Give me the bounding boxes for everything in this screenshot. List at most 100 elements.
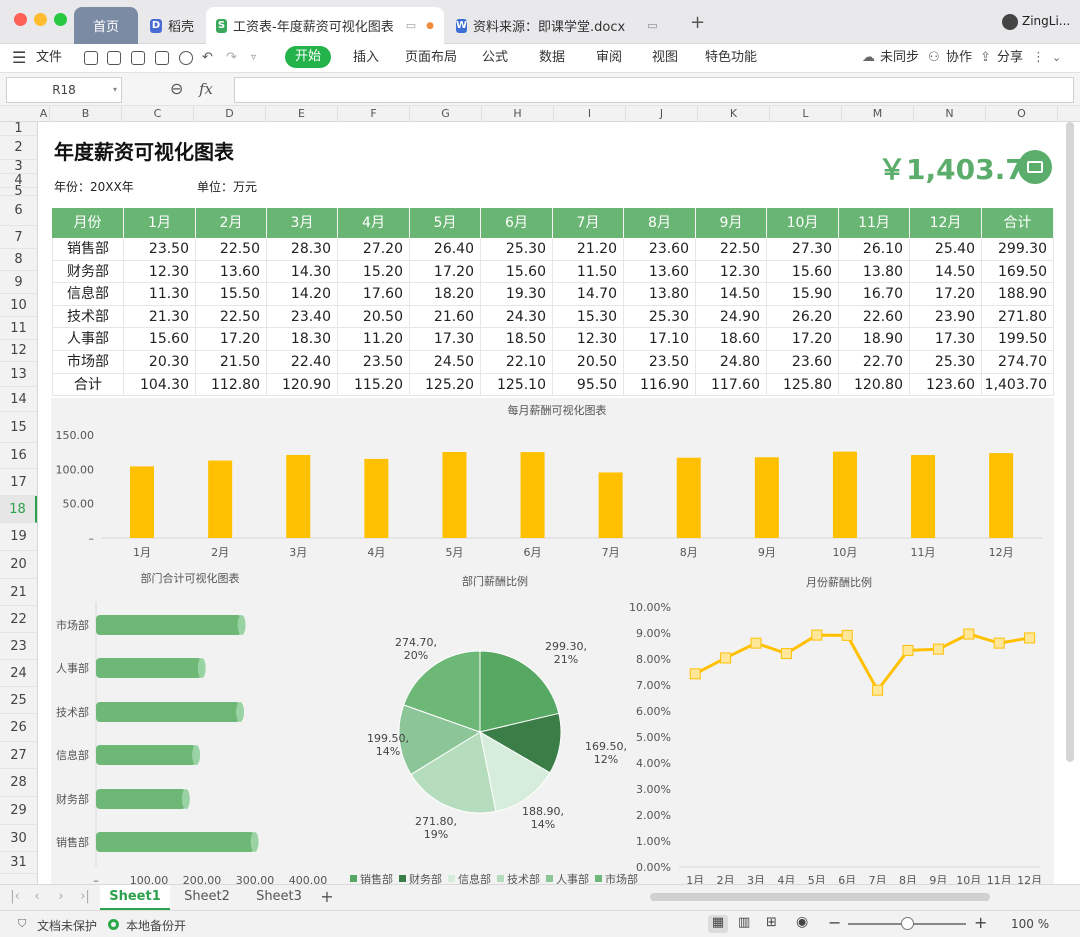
user-name[interactable]: ZingLi... <box>1022 14 1070 28</box>
column-header-h[interactable]: H <box>482 106 554 122</box>
row-header-11[interactable]: 11 <box>0 317 37 340</box>
column-header-i[interactable]: I <box>554 106 626 122</box>
tab-data[interactable]: 数据 <box>539 44 565 72</box>
column-header-c[interactable]: C <box>122 106 194 122</box>
row-header-23[interactable]: 23 <box>0 633 37 660</box>
row-header-21[interactable]: 21 <box>0 579 37 606</box>
row-header-1[interactable]: 1 <box>0 122 37 136</box>
column-header-j[interactable]: J <box>626 106 698 122</box>
row-header-19[interactable]: 19 <box>0 523 37 551</box>
tab-insert[interactable]: 插入 <box>353 44 379 72</box>
split-view-icon[interactable]: ⊞ <box>766 915 777 930</box>
tab-docer[interactable]: D 稻壳 <box>140 7 204 44</box>
column-header-k[interactable]: K <box>698 106 770 122</box>
tab-view[interactable]: 视图 <box>652 44 678 72</box>
more-quick-icon[interactable]: ▿ <box>251 44 256 72</box>
vertical-scrollbar[interactable] <box>1066 122 1074 762</box>
row-header-5[interactable]: 5 <box>0 185 37 198</box>
row-header-10[interactable]: 10 <box>0 294 37 317</box>
row-header-2[interactable]: 2 <box>0 136 37 160</box>
page-view-icon[interactable]: ▥ <box>738 915 750 930</box>
row-header-27[interactable]: 27 <box>0 742 37 769</box>
new-tab-icon[interactable]: + <box>690 12 705 33</box>
row-header-20[interactable]: 20 <box>0 551 37 579</box>
column-header-e[interactable]: E <box>266 106 338 122</box>
row-header-6[interactable]: 6 <box>0 196 37 226</box>
zoom-in-icon[interactable]: + <box>974 913 987 932</box>
row-header-30[interactable]: 30 <box>0 825 37 852</box>
column-header-m[interactable]: M <box>842 106 914 122</box>
name-box[interactable]: R18 ▾ <box>6 77 122 103</box>
row-header-16[interactable]: 16 <box>0 443 37 469</box>
row-header-18[interactable]: 18 <box>0 496 37 523</box>
minimize-window-button[interactable] <box>34 13 47 26</box>
backup-status[interactable]: 本地备份开 <box>126 917 186 934</box>
protect-status[interactable]: 文档未保护 <box>37 917 97 934</box>
redo-icon[interactable]: ↷ <box>226 44 237 72</box>
sync-status[interactable]: 未同步 <box>880 44 919 72</box>
open-folder-icon[interactable] <box>84 51 98 65</box>
zoom-slider-thumb[interactable] <box>901 917 914 930</box>
share-button[interactable]: 分享 <box>997 44 1023 72</box>
file-menu[interactable]: 文件 <box>36 44 62 72</box>
last-sheet-icon[interactable]: ›| <box>78 885 92 910</box>
menu-icon[interactable]: ☰ <box>12 44 26 72</box>
print-preview-icon[interactable] <box>179 51 193 65</box>
row-header-13[interactable]: 13 <box>0 362 37 387</box>
first-sheet-icon[interactable]: |‹ <box>8 885 22 910</box>
row-header-17[interactable]: 17 <box>0 469 37 496</box>
tab-review[interactable]: 审阅 <box>596 44 622 72</box>
normal-view-icon[interactable]: ▦ <box>708 915 728 933</box>
monitor-icon[interactable]: ▭ <box>647 19 657 32</box>
avatar[interactable] <box>1002 14 1018 30</box>
column-header-b[interactable]: B <box>50 106 122 122</box>
tab-page-layout[interactable]: 页面布局 <box>405 44 457 72</box>
next-sheet-icon[interactable]: › <box>54 885 68 910</box>
row-header-15[interactable]: 15 <box>0 412 37 443</box>
tab-formula[interactable]: 公式 <box>482 44 508 72</box>
column-header-g[interactable]: G <box>410 106 482 122</box>
add-sheet-icon[interactable]: + <box>316 885 338 910</box>
formula-input[interactable] <box>234 77 1074 103</box>
sheet-tab-3[interactable]: Sheet3 <box>244 885 314 910</box>
prev-sheet-icon[interactable]: ‹ <box>30 885 44 910</box>
fx-icon[interactable]: fx <box>199 80 213 98</box>
tab-start[interactable]: 开始 <box>285 46 331 68</box>
export-pdf-icon[interactable] <box>131 51 145 65</box>
sheet-canvas[interactable]: 年度薪资可视化图表 年份：20XX年 单位：万元 ￥1,403.70 月份 1月 2… <box>38 122 1080 884</box>
column-header-l[interactable]: L <box>770 106 842 122</box>
save-icon[interactable] <box>107 51 121 65</box>
horizontal-scrollbar[interactable] <box>650 893 990 901</box>
sheet-tab-2[interactable]: Sheet2 <box>172 885 242 910</box>
tab-source-doc[interactable]: W 资料来源：即课学堂.docx ▭ <box>446 7 666 44</box>
row-header-3[interactable]: 3 <box>0 160 37 174</box>
collab-button[interactable]: 协作 <box>946 44 972 72</box>
row-header-24[interactable]: 24 <box>0 660 37 687</box>
monitor-icon[interactable]: ▭ <box>406 19 416 32</box>
column-header-n[interactable]: N <box>914 106 986 122</box>
row-header-25[interactable]: 25 <box>0 687 37 714</box>
sheet-tab-1[interactable]: Sheet1 <box>100 885 170 910</box>
row-header-28[interactable]: 28 <box>0 769 37 797</box>
chevron-down-icon[interactable]: ⌄ <box>1052 44 1061 72</box>
eye-protect-icon[interactable]: ◉ <box>796 914 808 930</box>
print-icon[interactable] <box>155 51 169 65</box>
row-header-9[interactable]: 9 <box>0 271 37 294</box>
tab-special[interactable]: 特色功能 <box>705 44 757 72</box>
tab-salary-sheet[interactable]: S 工资表-年度薪资可视化图表 ▭ ● <box>206 7 444 44</box>
row-header-7[interactable]: 7 <box>0 226 37 249</box>
zoom-search-icon[interactable]: ⊖ <box>170 79 183 98</box>
row-header-12[interactable]: 12 <box>0 340 37 362</box>
undo-icon[interactable]: ↶ <box>202 44 213 72</box>
tab-home[interactable]: 首页 <box>74 7 138 44</box>
row-header-14[interactable]: 14 <box>0 387 37 412</box>
row-header-29[interactable]: 29 <box>0 797 37 825</box>
row-header-22[interactable]: 22 <box>0 606 37 633</box>
zoom-out-icon[interactable]: − <box>828 913 841 932</box>
close-window-button[interactable] <box>14 13 27 26</box>
maximize-window-button[interactable] <box>54 13 67 26</box>
column-header-d[interactable]: D <box>194 106 266 122</box>
column-header-o[interactable]: O <box>986 106 1058 122</box>
row-header-26[interactable]: 26 <box>0 714 37 742</box>
column-header-f[interactable]: F <box>338 106 410 122</box>
